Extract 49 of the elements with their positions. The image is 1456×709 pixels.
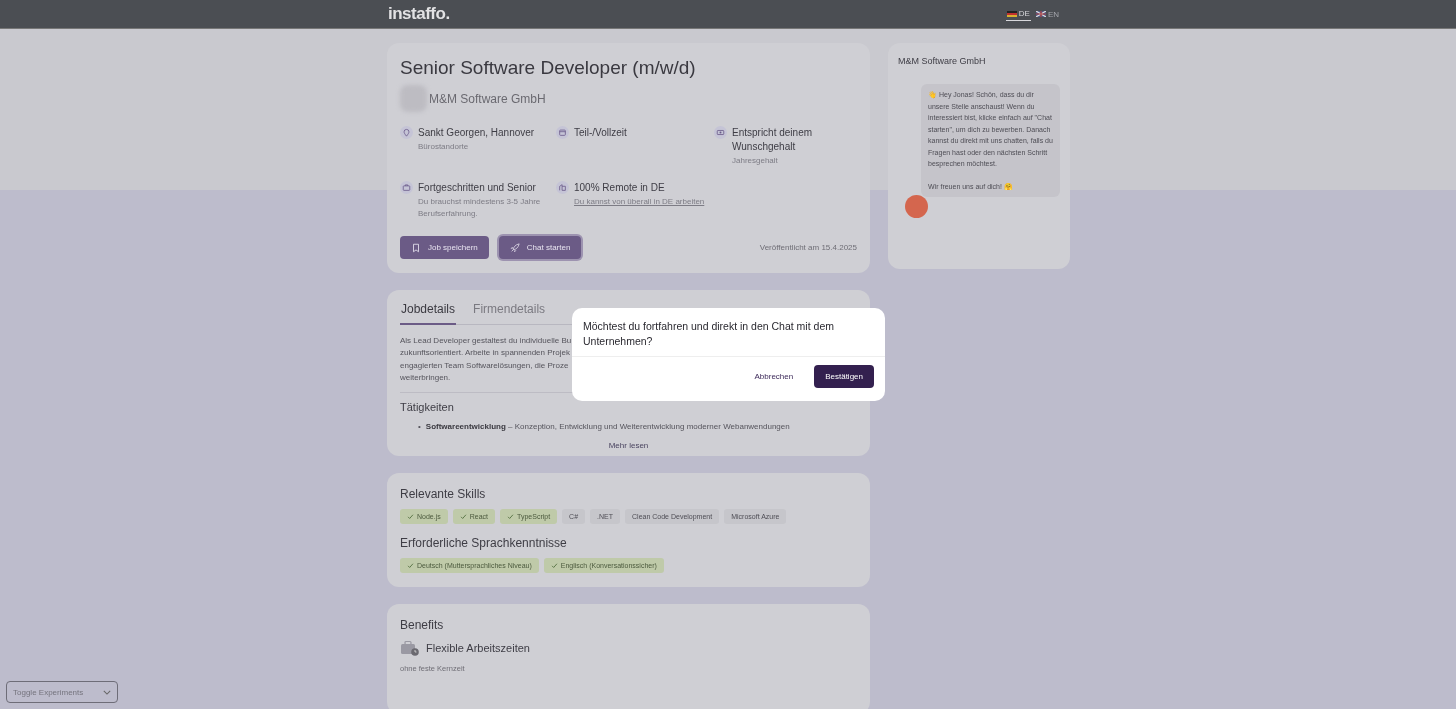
- section-title: Erforderliche Sprachkenntnisse: [400, 536, 568, 551]
- confirm-button[interactable]: Bestätigen: [814, 365, 874, 388]
- fact-note: Du brauchst mindestens 3-5 Jahre Berufserfahrung.: [418, 196, 542, 220]
- flag-icon: [1035, 11, 1046, 17]
- check-icon: [407, 513, 414, 521]
- calendar-icon: [556, 126, 569, 139]
- bullet-marker: •: [418, 421, 421, 434]
- fact-label: Sankt Georgen, Hannover: [418, 126, 535, 140]
- section-title: Tätigkeiten: [400, 401, 455, 414]
- fact-label: Teil-/Vollzeit: [574, 126, 627, 140]
- fact-note: Jahresgehalt: [732, 155, 779, 167]
- check-icon: [407, 562, 414, 570]
- description-line: engagierten Team Softwarelösungen, die Proze: [400, 359, 570, 372]
- benefit-title: Flexible Arbeitszeiten: [426, 642, 530, 655]
- cancel-button[interactable]: Abbrechen: [748, 371, 800, 382]
- check-icon: [550, 562, 558, 570]
- avatar: [905, 195, 928, 218]
- chat-company-name: M&M Software GmbH: [898, 56, 987, 66]
- bookmark-icon: [411, 242, 421, 253]
- action-button[interactable]: Chat starten: [498, 236, 582, 259]
- money-icon: [714, 126, 727, 139]
- fact-note: Bürostandorte: [418, 141, 470, 153]
- description-line: zukunftsorientiert. Arbeite in spannenden Projek: [400, 347, 571, 360]
- briefcase-icon: [400, 181, 413, 194]
- pin-icon: [400, 126, 413, 139]
- company-name: M&M Software GmbH: [429, 91, 546, 106]
- action-button[interactable]: Job speichern: [400, 236, 489, 259]
- caret-icon: [103, 689, 111, 695]
- language-option[interactable]: DE: [1005, 7, 1031, 21]
- description-line: weiterbringen.: [400, 371, 452, 384]
- check-icon: [507, 513, 515, 521]
- rocket-icon: [509, 242, 520, 253]
- flag-icon: [1006, 10, 1017, 17]
- fact-label: Fortgeschritten und Senior: [418, 181, 537, 195]
- section-title: Benefits: [400, 618, 445, 633]
- section-title: Relevante Skills: [400, 487, 487, 502]
- dialog-message: Möchtest du fortfahren und direkt in den Chat mit dem Unternehmen?: [572, 308, 885, 357]
- check-icon: [459, 513, 467, 521]
- building-icon: [556, 181, 569, 194]
- read-more-link[interactable]: Mehr lesen: [606, 439, 651, 453]
- language-option[interactable]: EN: [1034, 7, 1060, 21]
- tab[interactable]: Jobdetails: [400, 296, 457, 325]
- briefcase-clock-icon: [400, 640, 420, 657]
- published-date: Veröffentlicht am 15.4.2025: [759, 243, 857, 252]
- task-item: Softwareentwicklung – Konzeption, Entwicklung und Weiterentwicklung moderner Webanwendungen: [425, 421, 790, 434]
- job-title: Senior Software Developer (m/w/d): [400, 57, 697, 79]
- fact-label: Entspricht deinem Wunschgehalt: [732, 126, 814, 154]
- logo[interactable]: instaffo.: [388, 4, 450, 24]
- fact-label: 100% Remote in DE: [574, 181, 666, 195]
